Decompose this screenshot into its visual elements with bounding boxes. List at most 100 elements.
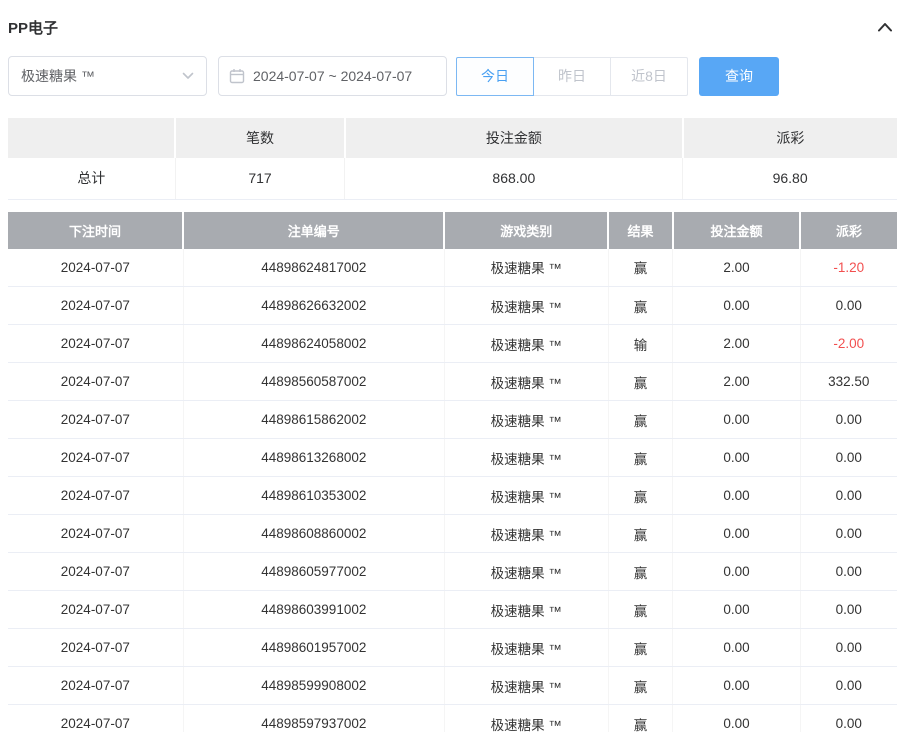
cell-payout: 0.00	[800, 477, 897, 515]
bet-records-table: 下注时间 注单编号 游戏类别 结果 投注金额 派彩 2024-07-074489…	[8, 212, 897, 732]
table-row: 2024-07-0744898624058002极速糖果 ™输2.00-2.00	[8, 325, 897, 363]
game-select[interactable]: 极速糖果 ™	[8, 56, 207, 96]
cell-order-id: 44898608860002	[183, 515, 444, 553]
summary-header-count: 笔数	[175, 118, 345, 158]
cell-bet: 0.00	[673, 477, 800, 515]
summary-table: 笔数 投注金额 派彩 总计 717 868.00 96.80	[8, 118, 897, 200]
cell-order-id: 44898560587002	[183, 363, 444, 401]
cell-payout: 0.00	[800, 705, 897, 732]
table-row: 2024-07-0744898597937002极速糖果 ™赢0.000.00	[8, 705, 897, 732]
today-button[interactable]: 今日	[456, 57, 534, 96]
table-row: 2024-07-0744898615862002极速糖果 ™赢0.000.00	[8, 401, 897, 439]
table-row: 2024-07-0744898608860002极速糖果 ™赢0.000.00	[8, 515, 897, 553]
cell-payout: 0.00	[800, 439, 897, 477]
cell-date: 2024-07-07	[8, 629, 183, 667]
cell-result: 赢	[608, 705, 673, 732]
summary-total-payout: 96.80	[683, 158, 897, 199]
bet-table-body: 2024-07-0744898624817002极速糖果 ™赢2.00-1.20…	[8, 249, 897, 732]
header-order-id: 注单编号	[183, 212, 444, 249]
cell-result: 赢	[608, 363, 673, 401]
calendar-icon	[229, 68, 245, 84]
table-row: 2024-07-0744898601957002极速糖果 ™赢0.000.00	[8, 629, 897, 667]
cell-result: 赢	[608, 515, 673, 553]
cell-game: 极速糖果 ™	[444, 705, 608, 732]
cell-order-id: 44898626632002	[183, 287, 444, 325]
cell-result: 输	[608, 325, 673, 363]
table-row: 2024-07-0744898599908002极速糖果 ™赢0.000.00	[8, 667, 897, 705]
table-row: 2024-07-0744898605977002极速糖果 ™赢0.000.00	[8, 553, 897, 591]
cell-game: 极速糖果 ™	[444, 363, 608, 401]
cell-result: 赢	[608, 629, 673, 667]
bet-table-header-row: 下注时间 注单编号 游戏类别 结果 投注金额 派彩	[8, 212, 897, 249]
cell-bet: 2.00	[673, 363, 800, 401]
table-row: 2024-07-0744898613268002极速糖果 ™赢0.000.00	[8, 439, 897, 477]
date-range-input[interactable]: 2024-07-07 ~ 2024-07-07	[218, 56, 447, 96]
table-row: 2024-07-0744898560587002极速糖果 ™赢2.00332.5…	[8, 363, 897, 401]
cell-payout: 0.00	[800, 515, 897, 553]
summary-header-bet-amount: 投注金额	[345, 118, 683, 158]
header-bet-time: 下注时间	[8, 212, 183, 249]
cell-order-id: 44898601957002	[183, 629, 444, 667]
cell-game: 极速糖果 ™	[444, 287, 608, 325]
cell-order-id: 44898603991002	[183, 591, 444, 629]
cell-result: 赢	[608, 591, 673, 629]
table-row: 2024-07-0744898610353002极速糖果 ™赢0.000.00	[8, 477, 897, 515]
header-payout: 派彩	[800, 212, 897, 249]
cell-bet: 0.00	[673, 553, 800, 591]
cell-game: 极速糖果 ™	[444, 401, 608, 439]
cell-date: 2024-07-07	[8, 363, 183, 401]
cell-bet: 0.00	[673, 705, 800, 732]
summary-total-row: 总计 717 868.00 96.80	[8, 158, 897, 199]
yesterday-button[interactable]: 昨日	[533, 57, 611, 96]
summary-header-empty	[8, 118, 175, 158]
summary-total-label: 总计	[8, 158, 175, 199]
cell-payout: 0.00	[800, 401, 897, 439]
cell-result: 赢	[608, 249, 673, 287]
table-row: 2024-07-0744898624817002极速糖果 ™赢2.00-1.20	[8, 249, 897, 287]
cell-result: 赢	[608, 287, 673, 325]
cell-date: 2024-07-07	[8, 515, 183, 553]
cell-payout: 0.00	[800, 591, 897, 629]
cell-bet: 2.00	[673, 325, 800, 363]
cell-bet: 0.00	[673, 401, 800, 439]
report-panel: PP电子 极速糖果 ™	[0, 0, 905, 732]
cell-order-id: 44898613268002	[183, 439, 444, 477]
chevron-up-icon	[877, 22, 893, 32]
panel-title: PP电子	[8, 17, 58, 38]
cell-payout: -2.00	[800, 325, 897, 363]
chevron-down-icon	[182, 72, 194, 80]
cell-date: 2024-07-07	[8, 591, 183, 629]
cell-payout: 0.00	[800, 287, 897, 325]
cell-bet: 0.00	[673, 287, 800, 325]
query-button[interactable]: 查询	[699, 57, 779, 96]
last-8-days-button[interactable]: 近8日	[610, 57, 688, 96]
summary-total-count: 717	[175, 158, 345, 199]
cell-date: 2024-07-07	[8, 553, 183, 591]
cell-date: 2024-07-07	[8, 401, 183, 439]
collapse-button[interactable]	[873, 20, 897, 34]
cell-result: 赢	[608, 477, 673, 515]
summary-header-payout: 派彩	[683, 118, 897, 158]
cell-result: 赢	[608, 439, 673, 477]
cell-order-id: 44898605977002	[183, 553, 444, 591]
cell-bet: 0.00	[673, 515, 800, 553]
cell-game: 极速糖果 ™	[444, 477, 608, 515]
game-select-value: 极速糖果 ™	[21, 66, 95, 86]
cell-date: 2024-07-07	[8, 287, 183, 325]
quick-date-group: 今日 昨日 近8日	[456, 57, 688, 96]
cell-payout: 0.00	[800, 629, 897, 667]
date-range-value: 2024-07-07 ~ 2024-07-07	[253, 68, 412, 84]
cell-order-id: 44898624817002	[183, 249, 444, 287]
cell-bet: 0.00	[673, 667, 800, 705]
cell-date: 2024-07-07	[8, 439, 183, 477]
summary-header-row: 笔数 投注金额 派彩	[8, 118, 897, 158]
cell-order-id: 44898597937002	[183, 705, 444, 732]
cell-game: 极速糖果 ™	[444, 553, 608, 591]
cell-bet: 0.00	[673, 629, 800, 667]
table-row: 2024-07-0744898603991002极速糖果 ™赢0.000.00	[8, 591, 897, 629]
summary-total-bet-amount: 868.00	[345, 158, 683, 199]
cell-result: 赢	[608, 667, 673, 705]
cell-game: 极速糖果 ™	[444, 591, 608, 629]
cell-order-id: 44898624058002	[183, 325, 444, 363]
cell-order-id: 44898610353002	[183, 477, 444, 515]
